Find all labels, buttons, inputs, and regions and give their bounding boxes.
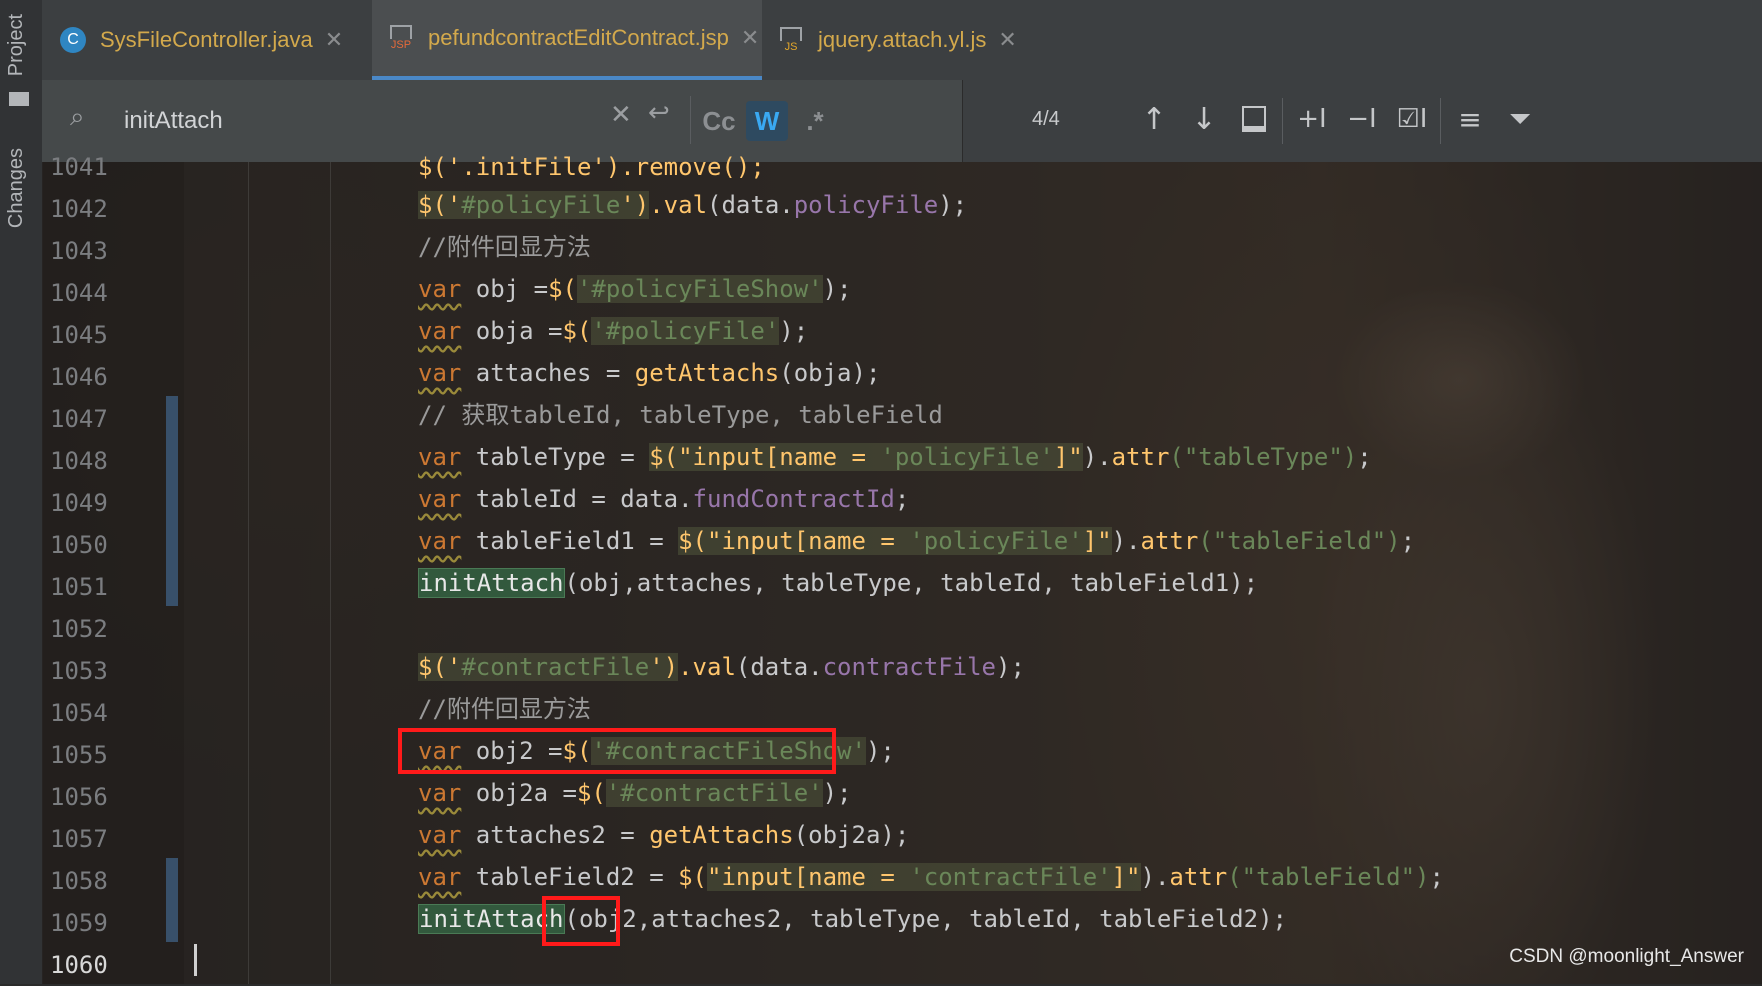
next-occurrence-icon[interactable]: ↓: [1184, 96, 1224, 142]
line-number[interactable]: 1053: [50, 650, 150, 692]
changes-tool-tab[interactable]: Changes: [5, 148, 28, 228]
line-number[interactable]: 1047: [50, 398, 150, 440]
previous-occurrence-icon[interactable]: ↑: [1134, 96, 1174, 142]
close-icon[interactable]: ✕: [325, 27, 343, 53]
line-number[interactable]: 1059: [50, 902, 150, 944]
find-bar: ⌕ ✕ ↩ Cc W .* 4/4 ↑ ↓ +I −I ☑I ≡ ⏷: [42, 80, 1762, 162]
code-line-1056[interactable]: var obj2a =$('#contractFile');: [418, 772, 852, 814]
tab-label: SysFileController.java: [100, 27, 313, 52]
tab-label: pefundcontractEditContract.jsp: [428, 25, 729, 50]
search-match: initAttach: [418, 568, 565, 598]
line-number[interactable]: 1050: [50, 524, 150, 566]
code-line-1058[interactable]: var tableField2 = $("input[name = 'contr…: [418, 856, 1444, 898]
code-line-1043[interactable]: //附件回显方法: [418, 226, 591, 268]
line-number[interactable]: 1060: [50, 944, 150, 986]
line-number[interactable]: 1048: [50, 440, 150, 482]
close-icon[interactable]: ✕: [998, 27, 1016, 53]
select-all-occurrences-icon[interactable]: ☑I: [1392, 96, 1432, 142]
code-editor[interactable]: $('.initFile').remove(); $('#policyFile'…: [42, 153, 1762, 986]
annotation-box-obj2-argument: [542, 896, 620, 946]
watermark: CSDN @moonlight_Answer: [1509, 946, 1744, 967]
match-count: 4/4: [1032, 108, 1060, 130]
search-icon[interactable]: ⌕: [70, 102, 85, 133]
code-line-1046[interactable]: var attaches = getAttachs(obja);: [418, 352, 880, 394]
code-line-1054[interactable]: //附件回显方法: [418, 688, 591, 730]
clear-icon[interactable]: ✕: [610, 100, 632, 130]
add-occurrence-icon[interactable]: +I: [1292, 96, 1332, 142]
vcs-change-marker[interactable]: [166, 396, 178, 606]
open-in-window-icon[interactable]: [1234, 96, 1274, 142]
code-line-1042[interactable]: $('#policyFile').val(data.policyFile);: [418, 184, 967, 226]
code-line-1044[interactable]: var obj =$('#policyFileShow');: [418, 268, 852, 310]
code-line-1049[interactable]: var tableId = data.fundContractId;: [418, 478, 909, 520]
line-number[interactable]: 1054: [50, 692, 150, 734]
line-number[interactable]: 1057: [50, 818, 150, 860]
annotation-box-line-1055: [398, 728, 836, 774]
line-number[interactable]: 1045: [50, 314, 150, 356]
left-tool-strip: Project Changes: [0, 0, 43, 984]
tab-pefundcontract-jsp[interactable]: JSP pefundcontractEditContract.jsp ✕: [372, 0, 762, 80]
changes-tab-label: Changes: [5, 148, 27, 229]
filter-icon[interactable]: ⏷: [1500, 96, 1540, 142]
code-line-1041[interactable]: $('.initFile').remove();: [418, 146, 765, 188]
line-number[interactable]: 1042: [50, 188, 150, 230]
tab-jquery-attach-js[interactable]: JS jquery.attach.yl.js ✕: [778, 0, 1078, 80]
remove-occurrence-icon[interactable]: −I: [1342, 96, 1382, 142]
line-number[interactable]: 1049: [50, 482, 150, 524]
project-tool-tab[interactable]: Project: [5, 14, 28, 76]
tab-label: jquery.attach.yl.js: [818, 27, 987, 52]
line-number[interactable]: 1055: [50, 734, 150, 776]
line-number[interactable]: 1046: [50, 356, 150, 398]
line-number[interactable]: 1051: [50, 566, 150, 608]
code-line-1047[interactable]: // 获取tableId, tableType, tableField: [418, 394, 943, 436]
new-line-icon[interactable]: ↩: [648, 98, 670, 128]
filter-search-results-icon[interactable]: ≡: [1450, 96, 1490, 142]
line-number[interactable]: 1056: [50, 776, 150, 818]
editor-tab-bar: C SysFileController.java ✕ JSP pefundcon…: [42, 0, 1762, 81]
js-file-icon: JS: [778, 27, 804, 53]
folder-icon: [9, 92, 29, 106]
java-class-icon: C: [60, 27, 86, 53]
line-number[interactable]: 1044: [50, 272, 150, 314]
line-number[interactable]: 1041: [50, 146, 150, 188]
tab-sysfilecontroller[interactable]: C SysFileController.java ✕: [60, 0, 400, 80]
regex-toggle[interactable]: .*: [794, 101, 836, 141]
code-line-1051[interactable]: initAttach(obj,attaches, tableType, tabl…: [418, 562, 1258, 604]
line-number[interactable]: 1058: [50, 860, 150, 902]
project-tab-label: Project: [5, 14, 27, 77]
match-case-toggle[interactable]: Cc: [698, 101, 740, 141]
code-line-1057[interactable]: var attaches2 = getAttachs(obj2a);: [418, 814, 909, 856]
line-number[interactable]: 1043: [50, 230, 150, 272]
jsp-file-icon: JSP: [388, 25, 414, 51]
text-caret: [194, 944, 197, 976]
vcs-change-marker[interactable]: [166, 858, 178, 942]
line-number[interactable]: 1052: [50, 608, 150, 650]
close-icon[interactable]: ✕: [741, 25, 759, 51]
code-line-1050[interactable]: var tableField1 = $("input[name = 'polic…: [418, 520, 1415, 562]
code-line-1048[interactable]: var tableType = $("input[name = 'policyF…: [418, 436, 1372, 478]
code-line-1045[interactable]: var obja =$('#policyFile');: [418, 310, 808, 352]
code-line-1053[interactable]: $('#contractFile').val(data.contractFile…: [418, 646, 1025, 688]
whole-words-toggle[interactable]: W: [746, 101, 788, 141]
